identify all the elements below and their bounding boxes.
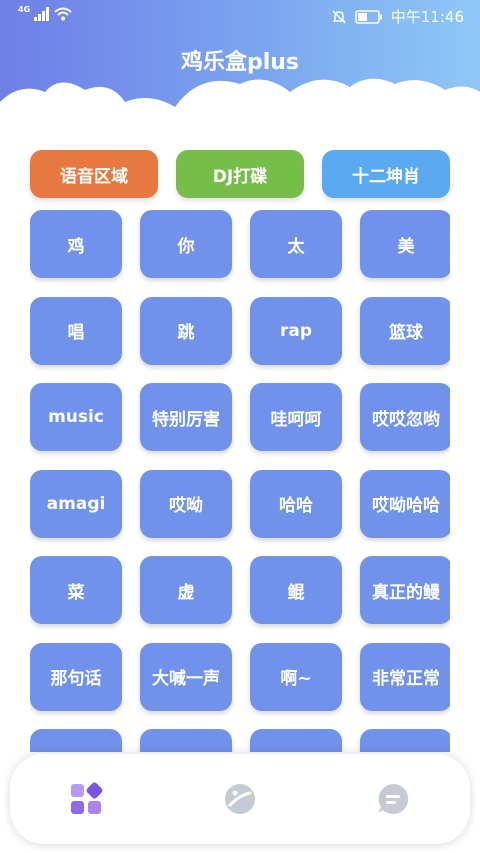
- sound-button[interactable]: [30, 729, 122, 752]
- sound-button[interactable]: 你: [140, 210, 232, 278]
- sound-button[interactable]: 真正的鳗: [360, 556, 450, 624]
- sound-button[interactable]: [250, 729, 342, 752]
- bottom-navigation: [10, 754, 470, 844]
- sound-button[interactable]: 哈哈: [250, 469, 342, 538]
- sound-button[interactable]: [360, 729, 450, 752]
- wifi-icon: [54, 7, 72, 21]
- sound-button[interactable]: rap: [250, 296, 342, 365]
- battery-icon: [355, 9, 382, 24]
- sound-button[interactable]: 大喊一声: [140, 642, 232, 711]
- sound-button[interactable]: 特别厉害: [140, 383, 232, 451]
- sound-button[interactable]: 美: [360, 210, 450, 278]
- sound-button[interactable]: 哎哎忽哟: [360, 383, 450, 451]
- sound-button[interactable]: 哎呦哈哈: [360, 469, 450, 538]
- network-type: 4G: [18, 4, 31, 14]
- status-time: 中午11:46: [390, 8, 464, 26]
- chat-bubble-icon: [378, 783, 409, 814]
- sound-button[interactable]: 虚: [140, 556, 232, 624]
- sound-button[interactable]: music: [30, 383, 122, 451]
- sound-button[interactable]: 跳: [140, 296, 232, 365]
- grid-apps-icon: [71, 782, 103, 814]
- sound-button[interactable]: 菜: [30, 556, 122, 624]
- signal-icon: [34, 7, 50, 21]
- nav-messages-tab[interactable]: [374, 780, 412, 818]
- sound-button[interactable]: 非常正常: [360, 642, 450, 711]
- sound-button[interactable]: 啊~: [250, 642, 342, 711]
- planet-icon: [225, 784, 255, 814]
- bell-muted-icon: [332, 10, 346, 23]
- nav-home-tab[interactable]: [67, 780, 105, 818]
- sound-button[interactable]: 鲲: [250, 556, 342, 624]
- status-bar: 4G 中午11:46: [0, 0, 480, 32]
- category-voice-button[interactable]: 语音区域: [30, 150, 158, 198]
- sound-button[interactable]: 唱: [30, 296, 122, 365]
- sound-button[interactable]: 篮球: [360, 296, 450, 365]
- sound-button[interactable]: [140, 729, 232, 752]
- sound-button[interactable]: 太: [250, 210, 342, 278]
- sound-button[interactable]: 那句话: [30, 642, 122, 711]
- nav-discover-tab[interactable]: [221, 780, 259, 818]
- cloud-decoration: [0, 78, 480, 132]
- sound-button[interactable]: 鸡: [30, 210, 122, 278]
- sound-button-grid: 鸡你太美唱跳 rap 篮球 music 特别厉害 哇呵呵 哎哎忽哟 amagi 哎呦 哈哈 哎呦哈哈…: [30, 208, 450, 752]
- app-header: 4G 中午11:46 鸡乐盒plus: [0, 0, 480, 132]
- category-zodiac-button[interactable]: 十二坤肖: [322, 150, 450, 198]
- sound-button[interactable]: 哇呵呵: [250, 383, 342, 451]
- sound-button[interactable]: amagi: [30, 469, 122, 538]
- category-tabs: 语音区域 DJ打碟 十二坤肖: [30, 150, 450, 198]
- sound-button[interactable]: 哎呦: [140, 469, 232, 538]
- category-dj-button[interactable]: DJ打碟: [176, 150, 304, 198]
